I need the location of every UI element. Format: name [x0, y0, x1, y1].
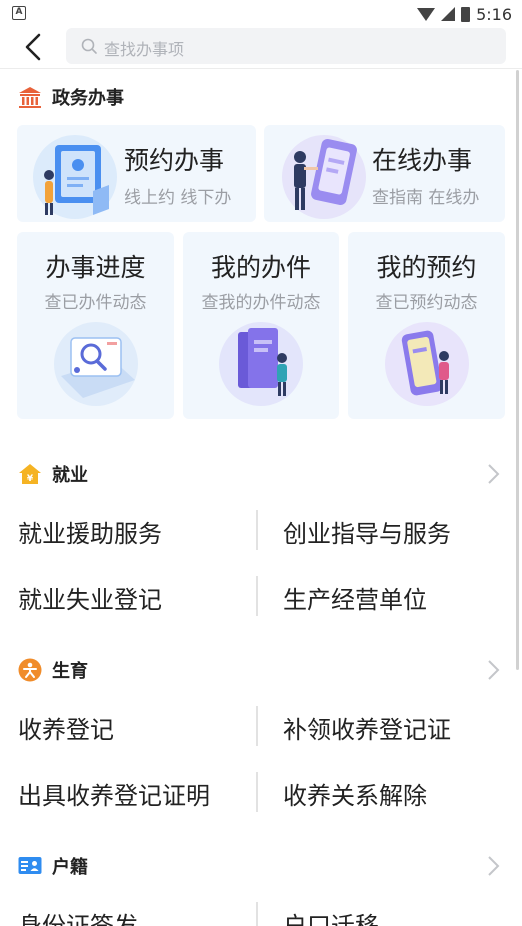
svg-text:¥: ¥ — [27, 474, 34, 484]
service-item[interactable]: 出具收养登记证明 — [18, 776, 210, 811]
wifi-icon — [417, 7, 436, 21]
search-placeholder: 查找办事项 — [104, 40, 185, 59]
service-item[interactable]: 就业援助服务 — [18, 514, 162, 549]
section-title: 生育 — [52, 661, 88, 682]
progress-magnifier-illustration-icon — [54, 322, 138, 406]
service-item[interactable]: 户口迁移 — [283, 906, 379, 926]
card-my-appointments[interactable]: 我的预约 查已预约动态 — [348, 232, 505, 419]
card-my-cases[interactable]: 我的办件 查我的办件动态 — [183, 232, 339, 419]
search-icon — [81, 38, 97, 54]
card-subtitle: 查已办件动态 — [44, 293, 147, 313]
card-title: 预约办事 — [124, 146, 225, 175]
government-building-icon — [19, 87, 41, 108]
section-header-employment[interactable]: ¥ 就业 — [18, 461, 88, 487]
card-subtitle: 线上约 线下办 — [124, 188, 232, 208]
signal-icon — [441, 7, 456, 21]
item-divider — [256, 706, 258, 746]
section-header-birth[interactable]: 生育 — [18, 657, 88, 683]
service-item[interactable]: 就业失业登记 — [18, 580, 162, 615]
status-icons: 5:16 — [417, 3, 512, 25]
section-title: 政务办事 — [52, 88, 124, 109]
item-divider — [256, 772, 258, 812]
service-item[interactable]: 创业指导与服务 — [283, 514, 451, 549]
card-title: 我的预约 — [376, 253, 477, 282]
service-item[interactable]: 收养关系解除 — [283, 776, 427, 811]
card-subtitle: 查已预约动态 — [375, 293, 478, 313]
section-header-gov: 政务办事 — [18, 84, 124, 110]
header-divider — [0, 68, 522, 69]
card-appointment[interactable]: 预约办事 线上约 线下办 — [17, 125, 256, 222]
header: 查找办事项 — [0, 28, 522, 68]
online-service-illustration-icon — [282, 135, 366, 219]
card-title: 办事进度 — [45, 253, 146, 282]
chevron-right-icon[interactable] — [486, 659, 500, 681]
employment-house-icon: ¥ — [19, 464, 41, 484]
card-subtitle: 查指南 在线办 — [372, 188, 480, 208]
section-title: 就业 — [52, 465, 88, 486]
chevron-right-icon[interactable] — [486, 855, 500, 877]
service-item[interactable]: 身份证签发 — [18, 906, 138, 926]
battery-icon — [461, 6, 471, 22]
my-appointments-phone-illustration-icon — [385, 322, 469, 406]
service-item[interactable]: 补领收养登记证 — [283, 710, 451, 745]
card-title: 我的办件 — [210, 253, 311, 282]
card-subtitle: 查我的办件动态 — [201, 293, 321, 313]
section-title: 户籍 — [52, 857, 88, 878]
card-title: 在线办事 — [372, 146, 473, 175]
item-divider — [256, 510, 258, 550]
service-item[interactable]: 收养登记 — [18, 710, 114, 745]
status-bar: A 5:16 — [0, 0, 522, 28]
card-progress[interactable]: 办事进度 查已办件动态 — [17, 232, 174, 419]
search-input[interactable]: 查找办事项 — [66, 28, 506, 64]
back-arrow-icon[interactable] — [20, 31, 50, 63]
birth-person-icon — [18, 658, 42, 682]
notification-icon: A — [12, 6, 26, 20]
item-divider — [256, 576, 258, 616]
clock: 5:16 — [476, 4, 512, 24]
card-online[interactable]: 在线办事 查指南 在线办 — [264, 125, 505, 222]
scrollbar[interactable] — [516, 70, 519, 670]
service-item[interactable]: 生产经营单位 — [283, 580, 427, 615]
item-divider — [256, 902, 258, 926]
my-cases-books-illustration-icon — [219, 322, 303, 406]
chevron-right-icon[interactable] — [486, 463, 500, 485]
appointment-illustration-icon — [33, 135, 117, 219]
household-id-card-icon — [18, 857, 42, 874]
section-header-household[interactable]: 户籍 — [18, 853, 88, 879]
